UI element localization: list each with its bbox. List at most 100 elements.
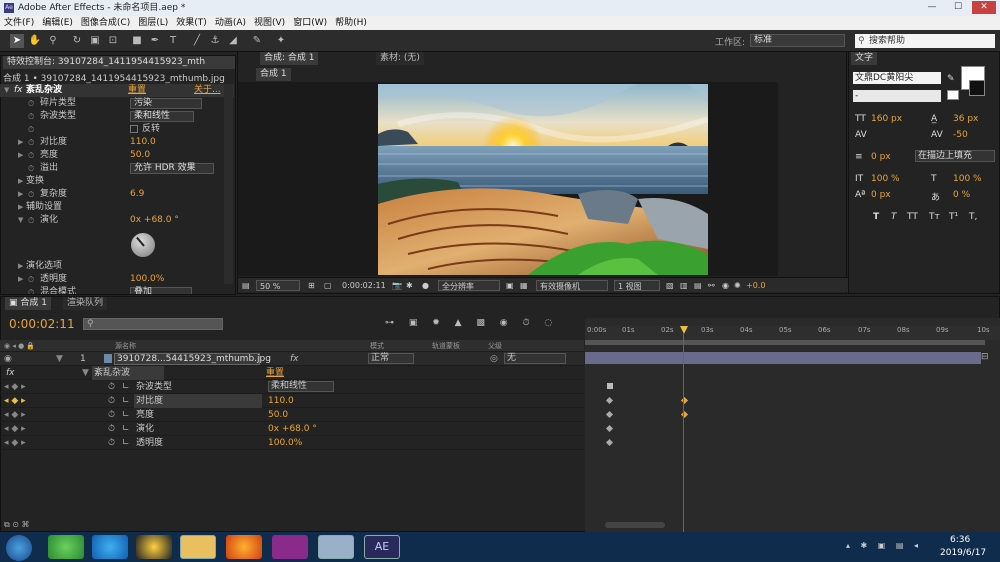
keyframe-nav[interactable]: ◂ ◆ ▸: [4, 422, 26, 436]
render-queue-tab[interactable]: 渲染队列: [63, 297, 108, 310]
keyframe-nav[interactable]: ◂ ◆ ▸: [4, 380, 26, 394]
faux-bold-button[interactable]: T: [873, 212, 879, 222]
current-time-display[interactable]: 0:00:02:11: [342, 280, 386, 291]
brightness-value[interactable]: 50.0: [130, 149, 150, 162]
text-tool-icon[interactable]: T: [166, 34, 180, 48]
horizontal-scale-value[interactable]: 100 %: [953, 174, 982, 184]
views-select[interactable]: 1 视图: [614, 280, 660, 291]
stopwatch-icon[interactable]: ⏱: [108, 408, 115, 422]
effect-header-row[interactable]: ▼ fx 紊乱杂波 重置 关于...: [0, 84, 234, 97]
footage-image[interactable]: [378, 84, 708, 275]
selection-tool-icon[interactable]: ➤: [10, 34, 24, 48]
stopwatch-icon[interactable]: ⏱: [108, 380, 115, 394]
camera-tool-icon[interactable]: ▣: [88, 34, 102, 48]
faux-italic-button[interactable]: T: [891, 212, 897, 222]
tsume-value[interactable]: 0 %: [953, 190, 970, 200]
timeline-icon[interactable]: ▤: [694, 280, 702, 291]
app-360-icon[interactable]: [48, 535, 84, 559]
opacity-row-value[interactable]: 100.0%: [268, 436, 302, 450]
character-tab[interactable]: 文字: [851, 52, 878, 65]
blend-mode-dropdown[interactable]: 叠加: [130, 287, 192, 294]
footage-tab[interactable]: 素材: (无): [376, 52, 424, 65]
layer-name[interactable]: 3910728...54415923_mthumb.jpg: [114, 353, 271, 365]
expand-icon[interactable]: ▼: [82, 366, 89, 380]
subscript-button[interactable]: T,: [969, 212, 977, 222]
stroke-width-value[interactable]: 0 px: [871, 152, 891, 162]
noise-type-dropdown[interactable]: 柔和线性: [130, 111, 194, 122]
invert-checkbox[interactable]: [130, 125, 138, 133]
all-caps-button[interactable]: TT: [907, 212, 918, 222]
font-style-select[interactable]: -: [853, 90, 941, 102]
minimize-button[interactable]: —: [920, 1, 944, 14]
stopwatch-icon[interactable]: ⏱: [108, 394, 115, 408]
tracking-value[interactable]: -50: [953, 130, 968, 140]
exposure-icon[interactable]: ✺: [734, 280, 741, 291]
font-size-value[interactable]: 160 px: [871, 114, 902, 124]
eye-icon[interactable]: ◉: [4, 352, 12, 366]
zoom-tool-icon[interactable]: ⚲: [46, 34, 60, 48]
brightness-keyframe-1[interactable]: [605, 410, 614, 419]
font-family-select[interactable]: 文鼎DC黄阳尖: [853, 72, 941, 84]
hold-keyframe[interactable]: [607, 383, 613, 389]
contrast-value[interactable]: 110.0: [130, 136, 156, 149]
layer-row[interactable]: ◉ ▼ 1 3910728...54415923_mthumb.jpg fx 正…: [0, 352, 584, 366]
comp-inner-tab[interactable]: 合成 1: [256, 68, 291, 81]
parent-select[interactable]: 无: [504, 353, 566, 364]
noise-type-select[interactable]: 柔和线性: [268, 381, 334, 392]
system-tray-icons[interactable]: ▴ ✱ ▣ ▤ ◂: [846, 541, 922, 550]
prop-evolution-options[interactable]: ▶ 演化选项: [0, 260, 234, 273]
stroke-color-swatch[interactable]: [969, 80, 985, 96]
stopwatch-icon[interactable]: ⏱: [108, 436, 115, 450]
media-app-icon[interactable]: [272, 535, 308, 559]
firefox-icon[interactable]: [226, 535, 262, 559]
pickwhip-icon[interactable]: ◎: [490, 352, 498, 366]
zoom-slider[interactable]: [605, 522, 665, 528]
stroke-mode-select[interactable]: 在描边上填充: [915, 150, 995, 162]
fractal-type-dropdown[interactable]: 污染: [130, 98, 202, 109]
snapshot-icon[interactable]: 📷: [392, 280, 402, 291]
timeline-bottom-icons[interactable]: ⧉ ⊙ ⌘: [4, 520, 30, 530]
close-button[interactable]: ✕: [972, 1, 996, 14]
prop-transform[interactable]: ▶ 变换: [0, 175, 234, 188]
prop-row-contrast[interactable]: ◂ ◆ ▸ ⏱ ∟ 对比度 110.0: [0, 394, 584, 408]
show-snapshot-icon[interactable]: ✱: [406, 280, 413, 291]
fast-preview-icon[interactable]: ▥: [680, 280, 688, 291]
evolution-keyframe[interactable]: [605, 424, 614, 433]
workspace-select[interactable]: 标准: [750, 34, 845, 47]
vertical-scale-value[interactable]: 100 %: [871, 174, 900, 184]
menu-layer[interactable]: 图层(L): [134, 16, 172, 30]
help-search-input[interactable]: ⚲ 搜索帮助: [855, 34, 995, 48]
prop-sub-settings[interactable]: ▶ 辅助设置: [0, 201, 234, 214]
about-link[interactable]: 关于...: [194, 84, 221, 97]
ae-taskbar-icon[interactable]: AE: [364, 535, 400, 559]
toggle-pixel-icon[interactable]: ▧: [666, 280, 674, 291]
timeline-comp-tab[interactable]: ▣ 合成 1: [5, 297, 51, 310]
roto-brush-icon[interactable]: ✎: [250, 34, 264, 48]
exposure-value[interactable]: +0.0: [746, 280, 765, 291]
layer-mode-select[interactable]: 正常: [368, 353, 414, 364]
ie-icon[interactable]: [92, 535, 128, 559]
keyframe-nav[interactable]: ◂ ◆ ▸: [4, 436, 26, 450]
stopwatch-icon[interactable]: ⏱: [108, 422, 115, 436]
menu-edit[interactable]: 编辑(E): [38, 16, 77, 30]
maximize-button[interactable]: ☐: [946, 1, 970, 14]
pan-behind-tool-icon[interactable]: ⊡: [106, 34, 120, 48]
small-caps-button[interactable]: Tт: [929, 212, 940, 222]
pen-tool-icon[interactable]: ✒: [148, 34, 162, 48]
rectangle-tool-icon[interactable]: ■: [130, 34, 144, 48]
reset-link[interactable]: 重置: [128, 84, 146, 97]
camera-select[interactable]: 有效摄像机: [536, 280, 608, 291]
keyframe-nav[interactable]: ◂ ◆ ▸: [4, 408, 26, 422]
opacity-keyframe[interactable]: [605, 438, 614, 447]
clone-tool-icon[interactable]: ⚓: [208, 34, 222, 48]
opacity-value[interactable]: 100.0%: [130, 273, 164, 286]
timeline-tracks[interactable]: 0:00s 01s 02s 03s 04s 05s 06s 07s 08s 09…: [585, 318, 1000, 532]
zoom-select[interactable]: 50 %: [256, 280, 300, 291]
region-icon[interactable]: ▣: [506, 280, 514, 291]
explorer-icon[interactable]: [180, 535, 216, 559]
brightness-row-value[interactable]: 50.0: [268, 408, 288, 422]
fx-switch[interactable]: fx: [290, 352, 299, 366]
menu-animation[interactable]: 动画(A): [211, 16, 250, 30]
keyframe-nav[interactable]: ◂ ◆ ▸: [4, 394, 26, 408]
mask-icon[interactable]: ▢: [324, 280, 332, 291]
